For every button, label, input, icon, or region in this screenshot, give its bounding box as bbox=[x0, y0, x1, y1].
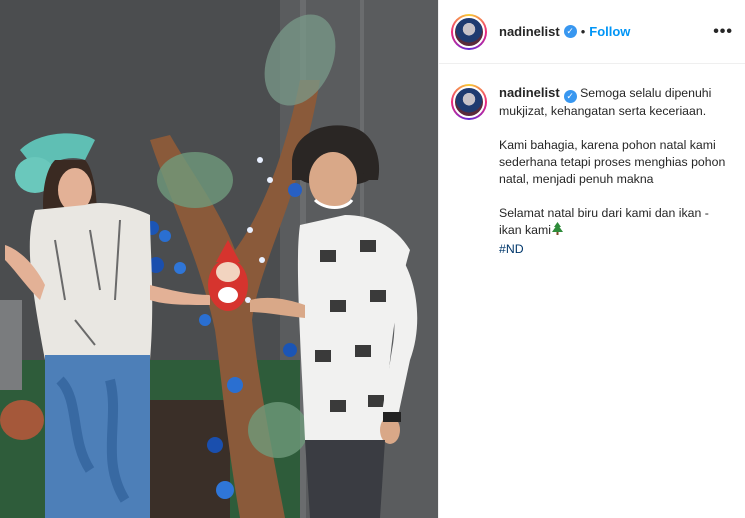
post-photo[interactable] bbox=[0, 0, 438, 518]
profile-avatar[interactable] bbox=[451, 13, 487, 50]
post-header: nadinelist ✓ • Follow ••• bbox=[439, 0, 745, 64]
caption-verified-badge-icon: ✓ bbox=[563, 90, 577, 103]
photo-illustration bbox=[0, 0, 438, 518]
verified-badge-icon: ✓ bbox=[563, 25, 577, 38]
more-options-icon[interactable]: ••• bbox=[713, 23, 733, 41]
caption-username-link[interactable]: nadinelist bbox=[499, 85, 560, 100]
caption-paragraph-3: Selamat natal biru dari kami dan ikan - … bbox=[499, 206, 709, 237]
post-caption: nadinelist ✓ Semoga selalu dipenuhi mukji… bbox=[439, 64, 745, 258]
username-link[interactable]: nadinelist bbox=[499, 24, 560, 39]
follow-button[interactable]: Follow bbox=[589, 24, 630, 39]
side-panel: nadinelist ✓ • Follow ••• nadinelist ✓ Se… bbox=[438, 0, 745, 518]
caption-avatar-image bbox=[453, 86, 485, 118]
separator-dot: • bbox=[580, 24, 586, 39]
caption-text: nadinelist ✓ Semoga selalu dipenuhi mukji… bbox=[499, 84, 731, 258]
caption-avatar[interactable] bbox=[451, 84, 487, 120]
caption-paragraph-2: Kami bahagia, karena pohon natal kami se… bbox=[499, 138, 726, 186]
instagram-post: nadinelist ✓ • Follow ••• nadinelist ✓ Se… bbox=[0, 0, 745, 518]
hashtag-link[interactable]: #ND bbox=[499, 242, 524, 256]
christmas-tree-icon bbox=[551, 222, 564, 241]
avatar-image bbox=[453, 15, 485, 48]
